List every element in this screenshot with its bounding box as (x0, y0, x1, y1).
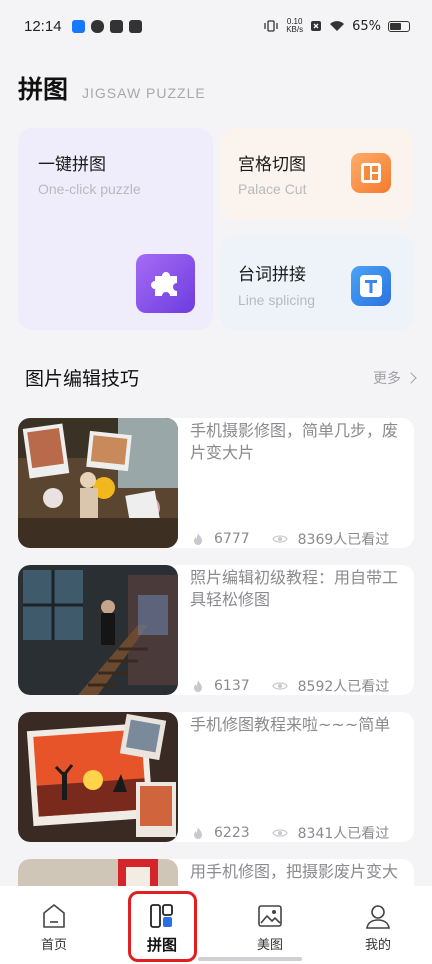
image-icon (258, 905, 282, 927)
no-sim-icon (311, 21, 322, 31)
status-time: 12:14 (24, 17, 62, 35)
page-header: 拼图 JIGSAW PUZZLE (18, 70, 206, 106)
article-title: 手机摄影修图，简单几步，废片变大片 (190, 421, 399, 462)
user-icon (366, 905, 390, 929)
palace-cut-card[interactable]: 宫格切图 Palace Cut (220, 128, 414, 220)
section-title: 图片编辑技巧 (25, 368, 140, 390)
line-splicing-title: 台词拼接 (238, 265, 306, 285)
network-speed: 0.10 KB/s (286, 17, 304, 34)
views-count: 8592人已看过 (297, 679, 390, 695)
notification-icons (71, 19, 142, 33)
bottom-nav: 首页 拼图 美图 我的 (0, 886, 432, 964)
page-subtitle: JIGSAW PUZZLE (82, 85, 206, 101)
article-thumbnail (18, 418, 178, 548)
active-tab-highlight (128, 891, 197, 962)
flame-icon (194, 533, 202, 545)
palace-cut-title: 宫格切图 (238, 155, 306, 175)
text-t-icon (351, 266, 391, 306)
likes-count: 6137 (214, 678, 250, 694)
battery-icon (388, 20, 410, 32)
flame-icon (194, 680, 202, 692)
tips-section-header: 图片编辑技巧 更多 (25, 364, 417, 391)
nav-home[interactable]: 首页 (0, 886, 108, 964)
line-splicing-subtitle: Line splicing (238, 292, 316, 308)
article-card[interactable]: 照片编辑初级教程：用自带工具轻松修图 6137 8592人已看过 (18, 565, 414, 695)
article-stats: 6137 8592人已看过 (192, 676, 389, 695)
page-title: 拼图 (18, 75, 69, 104)
article-thumbnail (18, 565, 178, 695)
eye-icon (271, 535, 288, 543)
flame-icon (194, 827, 202, 839)
more-link[interactable]: 更多 (373, 368, 417, 388)
wifi-icon (330, 21, 345, 31)
article-stats: 6777 8369人已看过 (192, 529, 389, 548)
views-count: 8369人已看过 (297, 532, 390, 548)
battery-percent: 65% (352, 18, 381, 34)
eye-icon (271, 829, 288, 837)
grid-layout-icon (351, 153, 391, 193)
palace-cut-subtitle: Palace Cut (238, 181, 307, 197)
one-click-subtitle: One-click puzzle (38, 181, 141, 197)
nav-home-label: 首页 (40, 938, 67, 953)
status-bar: 12:14 0.10 KB/s 65% (0, 0, 432, 52)
play-icon (109, 19, 123, 33)
article-card[interactable]: 手机摄影修图，简单几步，废片变大片 6777 8369人已看过 (18, 418, 414, 548)
nav-beautify[interactable]: 美图 (216, 886, 324, 964)
chevron-right-icon (405, 371, 417, 384)
alipay-icon (71, 19, 85, 33)
article-thumbnail (18, 712, 178, 842)
article-card[interactable]: 手机修图教程来啦~~~简单 6223 8341人已看过 (18, 712, 414, 842)
nav-beautify-label: 美图 (256, 938, 283, 953)
line-splicing-card[interactable]: 台词拼接 Line splicing (220, 236, 414, 330)
puzzle-piece-icon (136, 254, 195, 313)
mail-icon (128, 19, 142, 33)
likes-count: 6777 (214, 531, 250, 547)
nav-profile[interactable]: 我的 (324, 886, 432, 964)
likes-count: 6223 (214, 825, 250, 841)
vibrate-icon (264, 20, 278, 32)
article-title: 照片编辑初级教程：用自带工具轻松修图 (190, 568, 399, 609)
article-title: 手机修图教程来啦~~~简单 (190, 715, 391, 734)
article-stats: 6223 8341人已看过 (192, 823, 389, 842)
home-icon (43, 904, 65, 928)
app-icon (90, 19, 104, 33)
eye-icon (271, 682, 288, 690)
one-click-puzzle-card[interactable]: 一键拼图 One-click puzzle (18, 128, 213, 330)
one-click-title: 一键拼图 (38, 155, 106, 175)
article-title: 用手机修图，把摄影废片变大 (190, 862, 399, 881)
nav-profile-label: 我的 (364, 938, 391, 953)
home-indicator[interactable] (198, 957, 302, 961)
views-count: 8341人已看过 (297, 826, 390, 842)
